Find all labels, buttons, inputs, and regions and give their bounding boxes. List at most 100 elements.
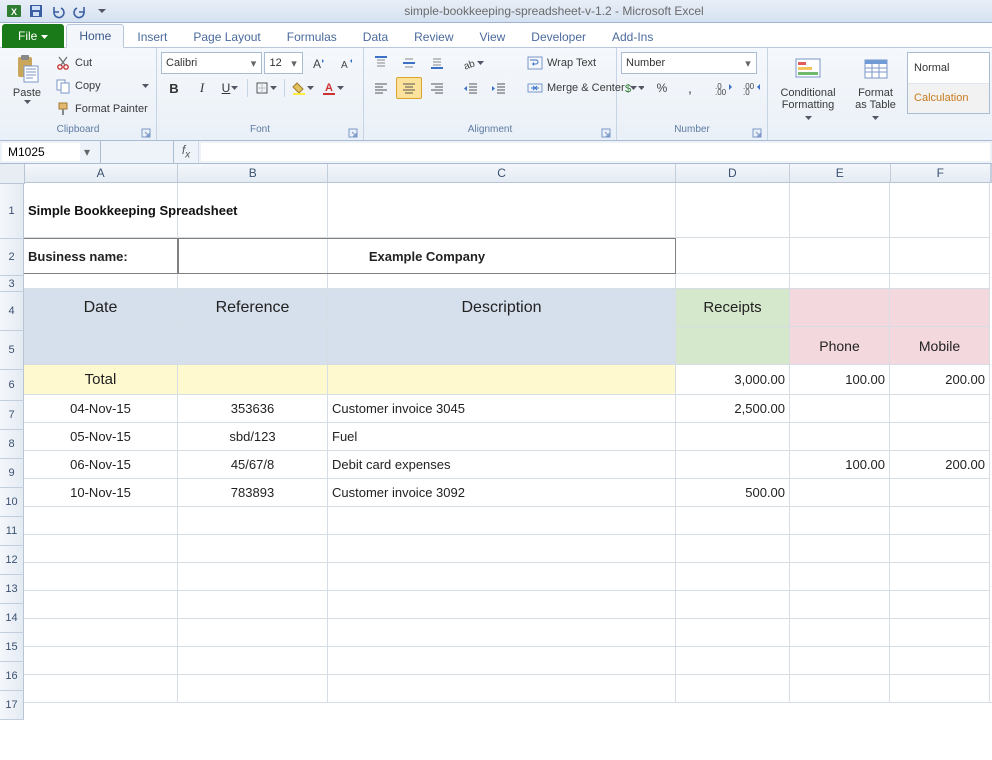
conditional-formatting-button[interactable]: Conditional Formatting — [772, 50, 844, 126]
cell[interactable] — [890, 563, 990, 591]
cell[interactable] — [790, 647, 890, 675]
row-header-11[interactable]: 11 — [0, 517, 24, 546]
row-header-15[interactable]: 15 — [0, 633, 24, 662]
cell[interactable] — [676, 274, 790, 289]
tab-page-layout[interactable]: Page Layout — [180, 25, 273, 48]
percent-button[interactable]: % — [649, 77, 675, 99]
copy-button[interactable]: Copy — [52, 75, 152, 97]
decrease-indent-icon[interactable] — [458, 77, 484, 99]
row-header-13[interactable]: 13 — [0, 575, 24, 604]
cell[interactable]: 04-Nov-15 — [24, 395, 178, 423]
underline-button[interactable]: U — [217, 77, 243, 99]
cell[interactable] — [178, 274, 328, 289]
cell[interactable] — [24, 535, 178, 563]
decrease-font-icon[interactable]: A — [333, 52, 359, 74]
cell[interactable] — [676, 327, 790, 365]
cell[interactable]: Receipts — [676, 289, 790, 327]
cell[interactable] — [676, 238, 790, 274]
row-header-7[interactable]: 7 — [0, 401, 24, 430]
align-center-icon[interactable] — [396, 77, 422, 99]
cell[interactable]: 783893 — [178, 479, 328, 507]
col-header-B[interactable]: B — [178, 164, 328, 183]
cell-area[interactable]: Simple Bookkeeping SpreadsheetBusiness n… — [24, 183, 992, 760]
cell[interactable] — [890, 591, 990, 619]
cell[interactable] — [178, 327, 328, 365]
cell[interactable] — [790, 395, 890, 423]
cell[interactable] — [790, 423, 890, 451]
style-normal[interactable]: Normal — [908, 53, 989, 84]
col-header-F[interactable]: F — [891, 164, 991, 183]
cell[interactable]: 45/67/8 — [178, 451, 328, 479]
cell[interactable]: Mobile — [890, 327, 990, 365]
cell[interactable] — [890, 619, 990, 647]
cell[interactable]: Example Company — [178, 238, 676, 274]
cell[interactable]: 353636 — [178, 395, 328, 423]
cell[interactable]: 2,500.00 — [676, 395, 790, 423]
cell[interactable]: 100.00 — [790, 365, 890, 395]
cell[interactable] — [790, 591, 890, 619]
cell[interactable]: Simple Bookkeeping Spreadsheet — [24, 183, 676, 238]
tab-addins[interactable]: Add-Ins — [599, 25, 666, 48]
format-as-table-button[interactable]: Format as Table — [846, 50, 905, 126]
cell[interactable] — [676, 423, 790, 451]
style-calculation[interactable]: Calculation — [908, 84, 989, 114]
cell[interactable] — [24, 619, 178, 647]
cell[interactable] — [328, 591, 676, 619]
format-painter-button[interactable]: Format Painter — [52, 98, 152, 120]
cell[interactable]: 500.00 — [676, 479, 790, 507]
decrease-decimal-icon[interactable]: .00.0 — [739, 77, 765, 99]
cell[interactable]: Date — [24, 289, 178, 327]
increase-indent-icon[interactable] — [486, 77, 512, 99]
cell[interactable] — [790, 507, 890, 535]
cell[interactable] — [676, 507, 790, 535]
cell[interactable] — [178, 619, 328, 647]
cell[interactable] — [890, 423, 990, 451]
qat-customize-icon[interactable] — [92, 2, 112, 20]
cell[interactable] — [24, 327, 178, 365]
cell[interactable] — [24, 274, 178, 289]
cell[interactable] — [24, 507, 178, 535]
save-icon[interactable] — [26, 2, 46, 20]
cell[interactable] — [24, 675, 178, 703]
cell[interactable] — [790, 535, 890, 563]
row-header-4[interactable]: 4 — [0, 292, 24, 331]
cell[interactable] — [24, 647, 178, 675]
cell[interactable] — [890, 289, 990, 327]
row-header-6[interactable]: 6 — [0, 370, 24, 401]
cell[interactable] — [676, 451, 790, 479]
cell[interactable]: sbd/123 — [178, 423, 328, 451]
tab-review[interactable]: Review — [401, 25, 466, 48]
cell[interactable] — [178, 675, 328, 703]
cell[interactable] — [790, 619, 890, 647]
cell[interactable] — [178, 591, 328, 619]
cell[interactable]: 3,000.00 — [676, 365, 790, 395]
fx-icon[interactable]: fx — [174, 141, 199, 163]
cell[interactable] — [24, 563, 178, 591]
cell[interactable] — [178, 563, 328, 591]
align-right-icon[interactable] — [424, 77, 450, 99]
cell[interactable] — [676, 647, 790, 675]
cell[interactable]: 200.00 — [890, 365, 990, 395]
name-box-dropdown-icon[interactable]: ▾ — [80, 141, 94, 163]
undo-icon[interactable] — [48, 2, 68, 20]
cell[interactable] — [328, 675, 676, 703]
tab-view[interactable]: View — [467, 25, 519, 48]
excel-menu-icon[interactable]: X — [4, 2, 24, 20]
row-header-9[interactable]: 9 — [0, 459, 24, 488]
formula-input[interactable] — [201, 143, 990, 161]
row-header-17[interactable]: 17 — [0, 691, 24, 720]
cell[interactable] — [890, 183, 990, 238]
select-all-corner[interactable] — [0, 164, 25, 184]
align-bottom-icon[interactable] — [424, 52, 450, 74]
font-launcher-icon[interactable] — [347, 127, 359, 139]
cell[interactable] — [676, 619, 790, 647]
cell[interactable]: Reference — [178, 289, 328, 327]
cell[interactable] — [676, 563, 790, 591]
cell[interactable] — [328, 619, 676, 647]
row-header-2[interactable]: 2 — [0, 239, 24, 276]
row-header-12[interactable]: 12 — [0, 546, 24, 575]
row-header-3[interactable]: 3 — [0, 276, 24, 292]
accounting-format-button[interactable]: $ — [621, 77, 647, 99]
orientation-button[interactable]: ab — [458, 52, 487, 74]
cell[interactable]: Fuel — [328, 423, 676, 451]
